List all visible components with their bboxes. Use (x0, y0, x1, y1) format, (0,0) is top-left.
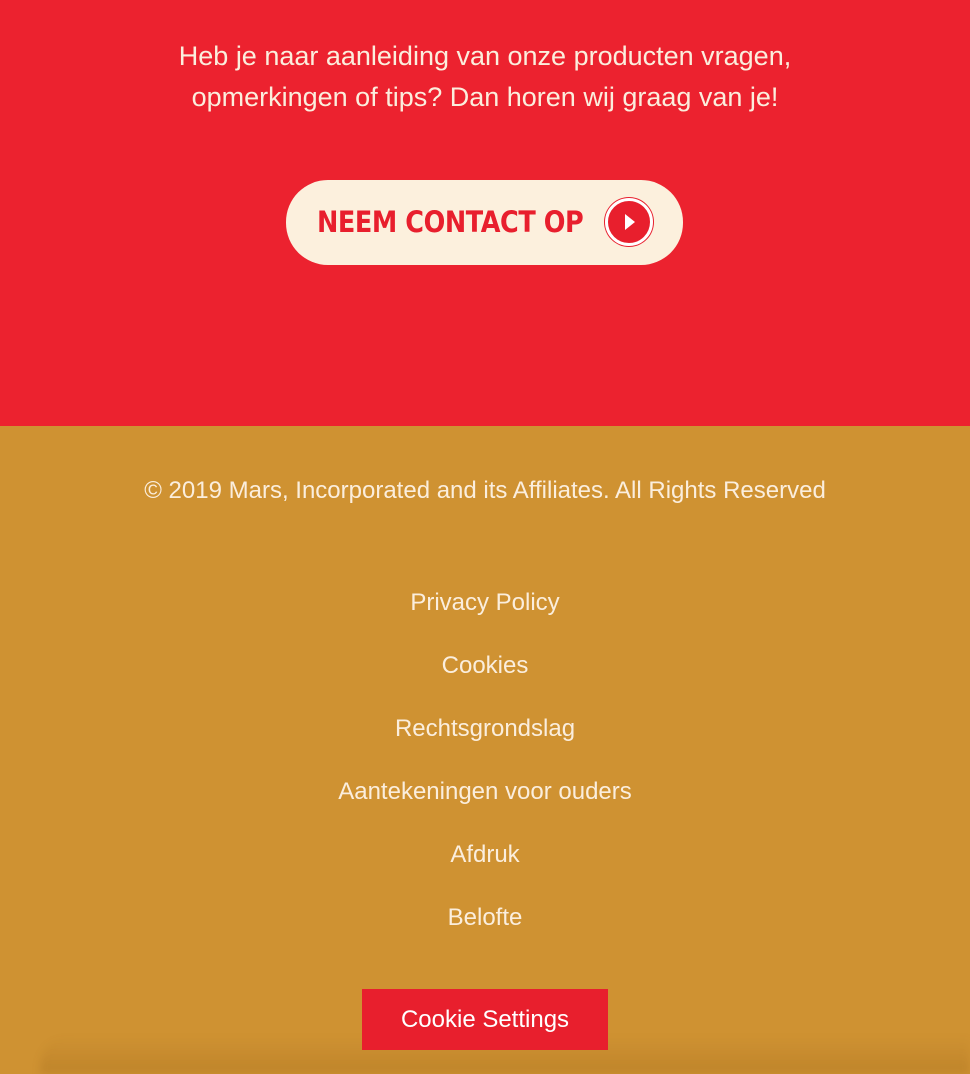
legal-basis-link[interactable]: Rechtsgrondslag (395, 715, 575, 742)
pledge-link[interactable]: Belofte (448, 904, 523, 931)
contact-message-line-1: Heb je naar aanleiding van onze producte… (178, 41, 792, 71)
copyright-notice: © 2019 Mars, Incorporated and its Affili… (144, 477, 826, 504)
footer-link-item: Aantekeningen voor ouders (0, 775, 970, 838)
play-arrow-icon-graphic (625, 214, 635, 230)
footer-link-item: Privacy Policy (0, 586, 970, 649)
footer-links: Privacy Policy Cookies Rechtsgrondslag A… (0, 586, 970, 964)
imprint-link[interactable]: Afdruk (450, 841, 519, 868)
footer-link-item: Rechtsgrondslag (0, 712, 970, 775)
contact-section: Heb je naar aanleiding van onze producte… (0, 0, 970, 426)
play-arrow-icon (605, 198, 653, 246)
privacy-policy-link[interactable]: Privacy Policy (410, 589, 559, 616)
cookie-settings-button[interactable]: Cookie Settings (362, 989, 608, 1050)
contact-us-button[interactable]: NEEM CONTACT OP (286, 180, 683, 265)
contact-us-button-label: NEEM CONTACT OP (317, 205, 584, 239)
cookies-link[interactable]: Cookies (442, 652, 529, 679)
parents-notes-link[interactable]: Aantekeningen voor ouders (338, 778, 632, 805)
footer-link-item: Belofte (0, 901, 970, 964)
site-footer: © 2019 Mars, Incorporated and its Affili… (0, 426, 970, 1074)
footer-link-item: Cookies (0, 649, 970, 712)
contact-message: Heb je naar aanleiding van onze producte… (0, 36, 970, 118)
contact-message-line-2: opmerkingen of tips? Dan horen wij graag… (191, 82, 779, 112)
footer-link-item: Afdruk (0, 838, 970, 901)
